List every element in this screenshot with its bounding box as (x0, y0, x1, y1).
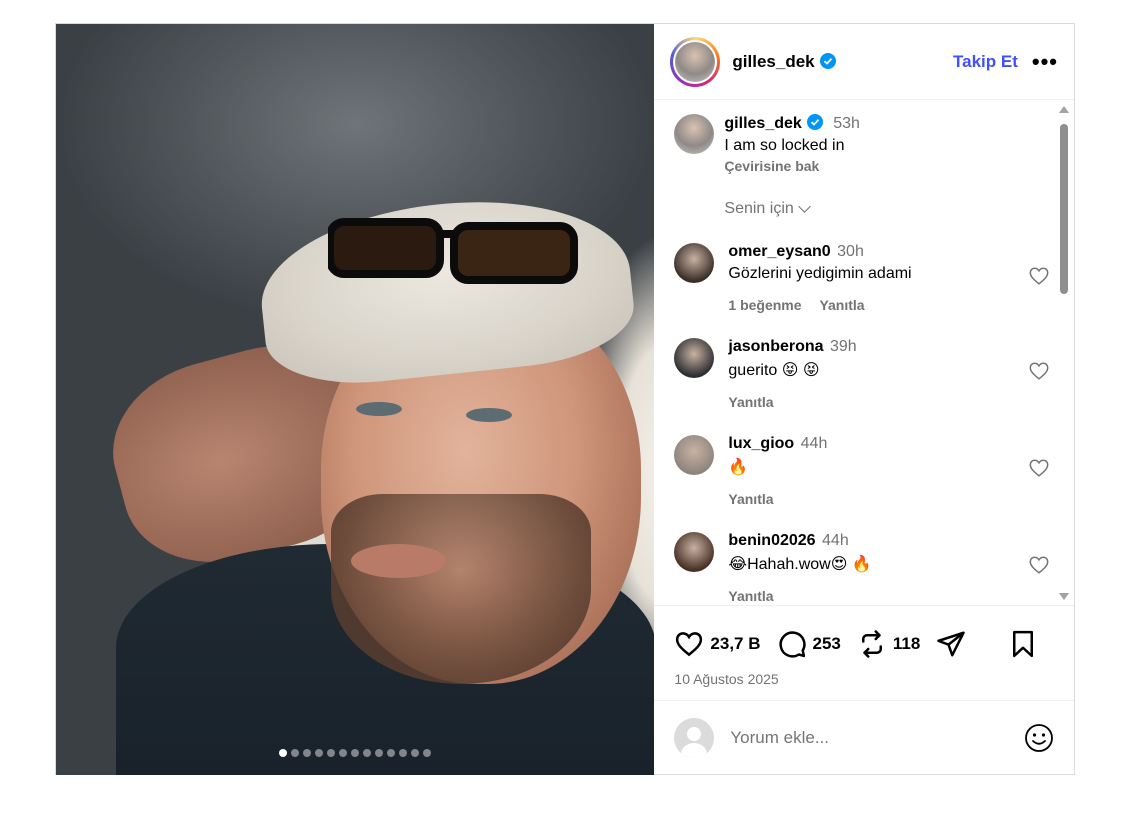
comment-icon[interactable] (777, 629, 807, 659)
comment-text: 🔥 (728, 459, 749, 476)
verified-icon (819, 52, 836, 69)
heart-icon[interactable] (1028, 554, 1050, 576)
translate-link[interactable]: Çevirisine bak (724, 158, 860, 174)
post-sidebar: gilles_dek Takip Et ••• gilles_dek 53h I… (654, 24, 1074, 774)
comment-like-count[interactable]: 1 beğenme (728, 297, 801, 313)
scroll-thumb[interactable] (1060, 124, 1068, 294)
comment-username[interactable]: lux_gioo (728, 435, 794, 452)
comment-username[interactable]: jasonberona (728, 338, 823, 355)
comment-avatar[interactable] (674, 338, 715, 378)
repost-count[interactable]: 118 (893, 634, 920, 654)
comment-text: guerito 😝 😝 (728, 362, 820, 379)
current-user-avatar (674, 717, 715, 758)
slide-dot (399, 749, 408, 757)
save-action[interactable] (1008, 629, 1038, 659)
photo-eye-right (466, 408, 512, 422)
reply-button[interactable]: Yanıtla (728, 491, 773, 507)
reply-button[interactable]: Yanıtla (728, 588, 773, 604)
comment-item: lux_gioo 44h 🔥 Yanıtla (674, 435, 1050, 507)
photo-eye-left (356, 402, 402, 416)
heart-icon[interactable] (1028, 457, 1050, 479)
author-avatar[interactable] (670, 36, 721, 87)
more-options-icon[interactable]: ••• (1032, 50, 1058, 72)
like-count[interactable]: 23,7 B (710, 634, 760, 654)
slide-dot (351, 749, 360, 757)
heart-icon[interactable] (674, 629, 704, 659)
comment-sort-dropdown[interactable]: Senin için (724, 200, 1050, 218)
scroll-up-arrow[interactable] (1059, 106, 1069, 113)
add-comment-bar (654, 700, 1074, 774)
comment-text: Gözlerini yedigimin adami (728, 265, 912, 282)
comment-item: benin02026 44h 😂Hahah.wow😍 🔥 Yanıtla (674, 532, 1050, 604)
heart-icon[interactable] (1028, 265, 1050, 287)
comment-username[interactable]: omer_eysan0 (728, 243, 830, 260)
slide-dot (423, 749, 432, 757)
post-caption: gilles_dek 53h I am so locked in Çeviris… (674, 114, 1050, 174)
photo-lips (351, 544, 446, 578)
comment-username[interactable]: benin02026 (728, 532, 815, 549)
post-photo[interactable]: › (56, 24, 655, 775)
slide-dot (411, 749, 420, 757)
caption-avatar[interactable] (674, 114, 715, 154)
heart-icon[interactable] (1028, 360, 1050, 382)
chevron-down-icon (797, 200, 811, 213)
photo-beard (331, 494, 591, 684)
comment-avatar[interactable] (674, 243, 715, 283)
comment-thread: omer_eysan0 30h Gözlerini yedigimin adam… (674, 243, 1050, 604)
like-action[interactable]: 23,7 B (674, 629, 761, 659)
repost-action[interactable]: 118 (857, 629, 920, 659)
action-bar: 23,7 B 253 118 (654, 605, 1074, 681)
slide-dot (315, 749, 324, 757)
share-icon[interactable] (936, 629, 966, 659)
comment-item: jasonberona 39h guerito 😝 😝 Yanıtla (674, 338, 1050, 410)
comment-input[interactable] (730, 727, 1001, 748)
slide-dot (387, 749, 396, 757)
comments-scrollbar[interactable] (1058, 106, 1069, 600)
slide-dot (363, 749, 372, 757)
verified-icon (806, 114, 823, 130)
comment-action[interactable]: 253 (777, 629, 841, 659)
comment-time: 44h (800, 435, 828, 452)
slide-dot (339, 749, 348, 757)
caption-time: 53h (833, 115, 860, 132)
slide-dot (291, 749, 300, 757)
comment-text: 😂Hahah.wow😍 🔥 (728, 556, 872, 573)
slide-dot (327, 749, 336, 757)
slide-dot (375, 749, 384, 757)
repost-icon[interactable] (857, 629, 887, 659)
bookmark-icon[interactable] (1008, 629, 1038, 659)
slide-dot (303, 749, 312, 757)
slide-indicator (56, 749, 654, 757)
comment-time: 30h (837, 243, 864, 260)
photo-sunglasses (328, 218, 578, 284)
post-date: 10 Ağustos 2025 (674, 671, 779, 687)
emoji-icon[interactable] (1024, 723, 1054, 753)
reply-button[interactable]: Yanıtla (728, 394, 773, 410)
comment-count[interactable]: 253 (813, 634, 841, 654)
share-action[interactable] (936, 629, 966, 659)
slide-dot (279, 749, 288, 757)
comment-time: 44h (822, 532, 849, 549)
post-modal: › gilles_dek Takip Et ••• gilles_dek 53h… (55, 23, 1075, 775)
reply-button[interactable]: Yanıtla (819, 297, 864, 313)
caption-username[interactable]: gilles_dek (724, 115, 801, 132)
scroll-down-arrow[interactable] (1059, 593, 1069, 600)
comment-time: 39h (830, 338, 857, 355)
comment-avatar[interactable] (674, 435, 715, 475)
author-username[interactable]: gilles_dek (732, 52, 836, 72)
follow-button[interactable]: Takip Et (953, 52, 1018, 72)
comment-item: omer_eysan0 30h Gözlerini yedigimin adam… (674, 243, 1050, 313)
post-header: gilles_dek Takip Et ••• (654, 24, 1074, 100)
comments-list[interactable]: gilles_dek 53h I am so locked in Çeviris… (654, 100, 1074, 605)
caption-text: I am so locked in (724, 137, 845, 154)
comment-avatar[interactable] (674, 532, 715, 572)
sort-label: Senin için (724, 200, 794, 217)
